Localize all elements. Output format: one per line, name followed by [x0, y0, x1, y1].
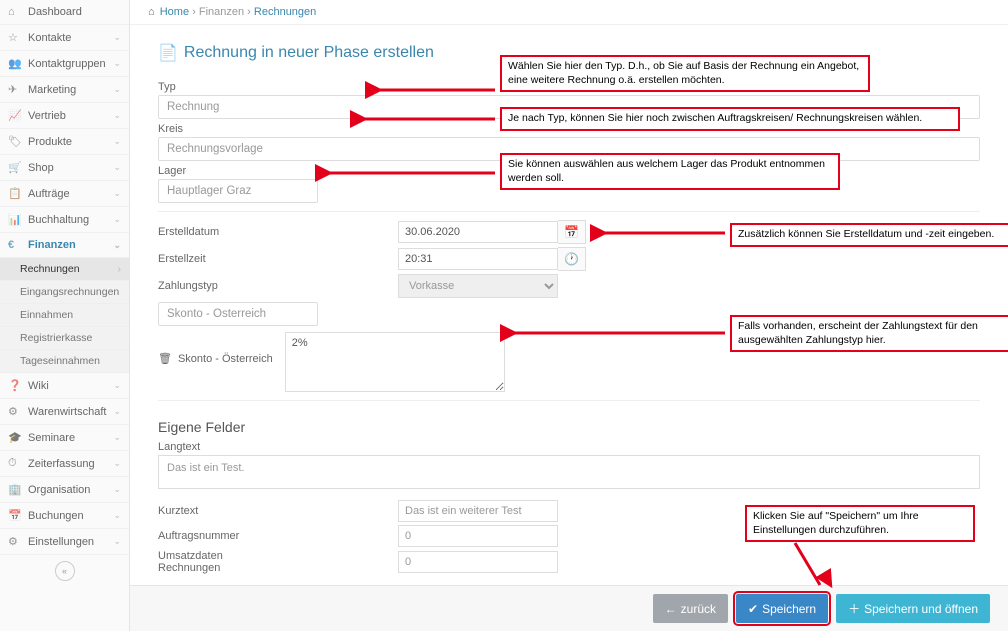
sidebar-item-shop[interactable]: 🛒Shop⌄ [0, 155, 129, 181]
clock-icon[interactable]: 🕐 [558, 247, 586, 271]
chevron-down-icon: ⌄ [113, 484, 121, 495]
sidebar-icon: ✈ [8, 83, 22, 96]
erstelldatum-label: Erstelldatum [158, 226, 278, 238]
sidebar-collapse[interactable]: « [0, 555, 129, 587]
chevron-down-icon: ⌄ [113, 240, 121, 251]
chevron-down-icon: ⌄ [113, 162, 121, 173]
sidebar-item-buchungen[interactable]: 📅Buchungen⌄ [0, 503, 129, 529]
skonto-textarea[interactable]: 2% [285, 332, 505, 392]
sidebar-item-produkte[interactable]: 🏷Produkte⌄ [0, 129, 129, 155]
trash-icon[interactable]: 🗑 [158, 352, 172, 365]
skonto-country-label: Skonto - Österreich [178, 353, 273, 365]
sidebar-item-vertrieb[interactable]: 📈Vertrieb⌄ [0, 103, 129, 129]
back-button[interactable]: ← zurück [653, 594, 728, 623]
chevron-down-icon: ⌄ [113, 536, 121, 547]
sidebar-icon: ☆ [8, 31, 22, 44]
umsatz-label: Umsatzdaten Rechnungen [158, 550, 278, 574]
breadcrumb-home[interactable]: Home [160, 6, 189, 18]
annotation-datum: Zusätzlich können Sie Erstelldatum und -… [730, 223, 1008, 247]
sidebar-item-seminare[interactable]: 🎓Seminare⌄ [0, 425, 129, 451]
sidebar-item-einstellungen[interactable]: ⚙Einstellungen⌄ [0, 529, 129, 555]
sidebar-icon: ⌂ [8, 6, 22, 18]
sidebar-subitem-tageseinnahmen[interactable]: Tageseinnahmen [0, 350, 129, 373]
erstellzeit-label: Erstellzeit [158, 253, 278, 265]
footer-bar: ← zurück ✔ Speichern ＋ Speichern und öff… [130, 585, 1008, 631]
chevron-down-icon: ⌄ [113, 510, 121, 521]
sidebar-icon: ⏱ [8, 457, 22, 470]
breadcrumb-page[interactable]: Rechnungen [254, 6, 316, 18]
sidebar-subitem-einnahmen[interactable]: Einnahmen [0, 304, 129, 327]
sidebar-icon: 📅 [8, 509, 22, 522]
erstelldatum-input[interactable] [398, 221, 558, 243]
skonto-select[interactable]: Skonto - Österreich [158, 302, 318, 326]
sidebar-subitem-registrierkasse[interactable]: Registrierkasse [0, 327, 129, 350]
chevron-down-icon: ⌄ [113, 110, 121, 121]
sidebar-icon: ⚙ [8, 405, 22, 418]
sidebar-item-kontaktgruppen[interactable]: 👥Kontaktgruppen⌄ [0, 51, 129, 77]
chevron-down-icon: ⌄ [113, 458, 121, 469]
chevron-down-icon: ⌄ [113, 380, 121, 391]
sidebar-item-kontakte[interactable]: ☆Kontakte⌄ [0, 25, 129, 51]
chevron-down-icon: ⌄ [113, 214, 121, 225]
calendar-icon[interactable]: 📅 [558, 220, 586, 244]
sidebar-icon: 🎓 [8, 431, 22, 444]
eigene-felder-heading: Eigene Felder [158, 419, 980, 435]
sidebar-item-buchhaltung[interactable]: 📊Buchhaltung⌄ [0, 207, 129, 233]
sidebar-icon: 📈 [8, 109, 22, 122]
annotation-typ: Wählen Sie hier den Typ. D.h., ob Sie au… [500, 55, 870, 92]
file-icon: 📄 [158, 43, 178, 63]
sidebar-item-finanzen[interactable]: €Finanzen⌄ [0, 233, 129, 258]
sidebar-item-marketing[interactable]: ✈Marketing⌄ [0, 77, 129, 103]
annotation-zahlungstext: Falls vorhanden, erscheint der Zahlungst… [730, 315, 1008, 352]
kurztext-label: Kurztext [158, 505, 278, 517]
erstellzeit-input[interactable] [398, 248, 558, 270]
sidebar-item-organisation[interactable]: 🏢Organisation⌄ [0, 477, 129, 503]
sidebar-item-aufträge[interactable]: 📋Aufträge⌄ [0, 181, 129, 207]
sidebar-icon: 🏷 [8, 135, 22, 148]
zahlungstyp-select[interactable]: Vorkasse [398, 274, 558, 298]
sidebar-subitem-eingangsrechnungen[interactable]: Eingangsrechnungen [0, 281, 129, 304]
sidebar-icon: 📊 [8, 213, 22, 226]
langtext-textarea[interactable]: Das ist ein Test. [158, 455, 980, 489]
annotation-speichern: Klicken Sie auf "Speichern" um Ihre Eins… [745, 505, 975, 542]
breadcrumb-section: Finanzen [199, 6, 244, 18]
sidebar-item-dashboard[interactable]: ⌂Dashboard [0, 0, 129, 25]
auftragsnummer-input[interactable] [398, 525, 558, 547]
save-button[interactable]: ✔ Speichern [736, 594, 828, 623]
chevron-down-icon: ⌄ [113, 136, 121, 147]
sidebar-icon: 👥 [8, 57, 22, 70]
lager-select[interactable]: Hauptlager Graz [158, 179, 318, 203]
sidebar-icon: ⚙ [8, 535, 22, 548]
annotation-lager: Sie können auswählen aus welchem Lager d… [500, 153, 840, 190]
chevron-down-icon: ⌄ [113, 406, 121, 417]
sidebar-subitem-rechnungen[interactable]: Rechnungen [0, 258, 129, 281]
sidebar-item-warenwirtschaft[interactable]: ⚙Warenwirtschaft⌄ [0, 399, 129, 425]
chevron-down-icon: ⌄ [113, 432, 121, 443]
sidebar-icon: 🛒 [8, 161, 22, 174]
sidebar-icon: 🏢 [8, 483, 22, 496]
chevron-down-icon: ⌄ [113, 58, 121, 69]
chevron-down-icon: ⌄ [113, 32, 121, 43]
zahlungstyp-label: Zahlungstyp [158, 280, 278, 292]
content: 📄 Rechnung in neuer Phase erstellen Typ … [130, 25, 1008, 585]
chevron-down-icon: ⌄ [113, 188, 121, 199]
breadcrumb: ⌂ Home › Finanzen › Rechnungen [130, 0, 1008, 25]
sidebar-icon: ❓ [8, 379, 22, 392]
umsatz-input[interactable] [398, 551, 558, 573]
annotation-kreis: Je nach Typ, können Sie hier noch zwisch… [500, 107, 960, 131]
home-icon: ⌂ [148, 6, 155, 18]
langtext-label: Langtext [158, 441, 980, 453]
sidebar-icon: 📋 [8, 187, 22, 200]
kurztext-input[interactable] [398, 500, 558, 522]
sidebar-icon: € [8, 239, 22, 251]
sidebar-item-wiki[interactable]: ❓Wiki⌄ [0, 373, 129, 399]
save-open-button[interactable]: ＋ Speichern und öffnen [836, 594, 990, 623]
sidebar-item-zeiterfassung[interactable]: ⏱Zeiterfassung⌄ [0, 451, 129, 477]
sidebar: ⌂Dashboard☆Kontakte⌄👥Kontaktgruppen⌄✈Mar… [0, 0, 130, 631]
chevron-down-icon: ⌄ [113, 84, 121, 95]
auftragsnummer-label: Auftragsnummer [158, 530, 278, 542]
